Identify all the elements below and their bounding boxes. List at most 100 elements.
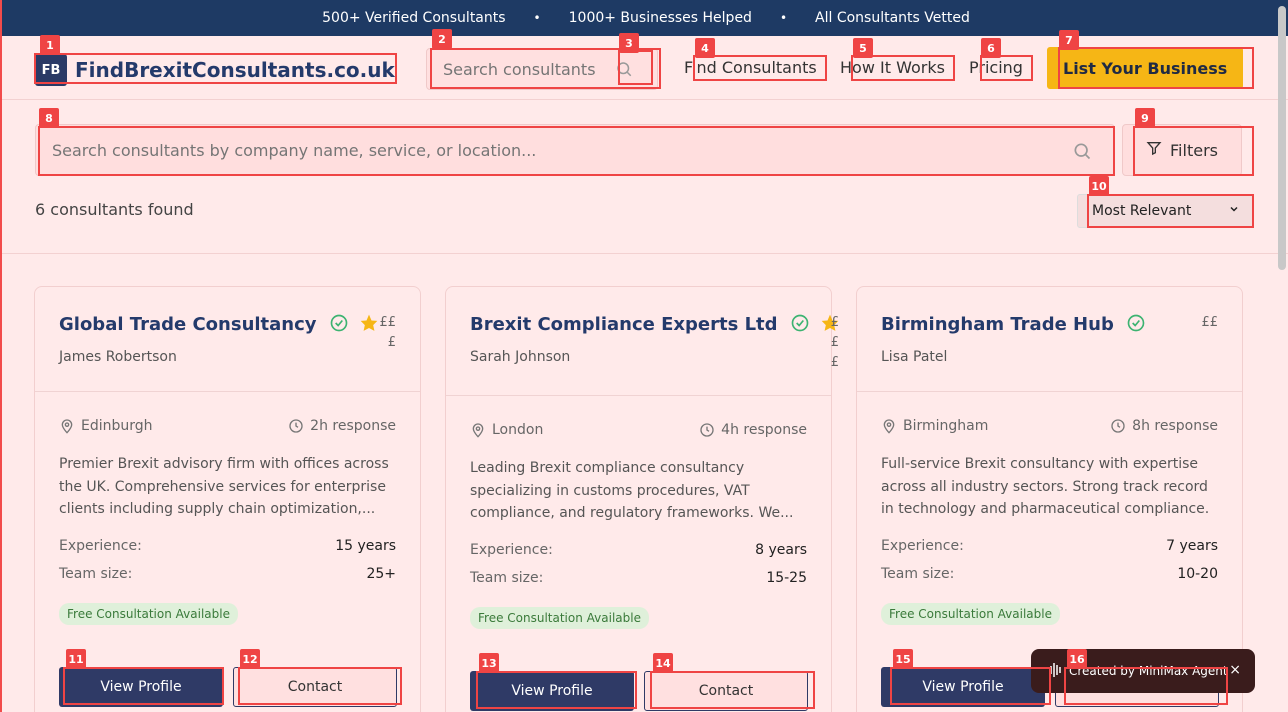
location-pin-icon (472, 423, 484, 438)
consultant-description: Leading Brexit compliance consultancy sp… (470, 460, 794, 521)
team-size-row: Team size: 25+ (59, 566, 396, 582)
experience-row: Experience: 8 years (470, 542, 807, 558)
header-search (426, 48, 658, 90)
waveform-icon (1049, 662, 1063, 681)
logo-text: FindBrexitConsultants.co.uk (75, 58, 395, 82)
location-pin-icon (883, 419, 895, 434)
filter-icon (1146, 140, 1162, 160)
banner-separator: • (533, 11, 541, 25)
experience-value: 8 years (755, 542, 807, 558)
verified-icon (330, 314, 348, 332)
banner-item: 1000+ Businesses Helped (568, 10, 752, 26)
filters-label: Filters (1170, 140, 1218, 160)
clock-icon (289, 419, 303, 433)
annotation-badge: 13 (479, 653, 499, 673)
annotation-badge: 3 (619, 33, 639, 53)
logo-mark: FB (35, 54, 67, 86)
annotation-badge: 8 (39, 108, 59, 128)
experience-value: 7 years (1166, 538, 1218, 554)
verified-icon (791, 314, 809, 332)
consultant-name[interactable]: Birmingham Trade Hub (881, 313, 1146, 335)
contact-button[interactable]: Contact (644, 671, 808, 711)
agent-toast: Created by MiniMax Agent × (1031, 649, 1255, 693)
price-level: £££ (830, 315, 839, 370)
contact-person: Sarah Johnson (470, 349, 571, 365)
team-size-value: 15-25 (766, 570, 807, 586)
site-logo[interactable]: FB FindBrexitConsultants.co.uk (35, 54, 395, 86)
search-icon[interactable] (1072, 141, 1092, 165)
consultant-card: Brexit Compliance Experts Ltd £££ Sarah … (445, 286, 839, 712)
nav-how-it-works[interactable]: How It Works (840, 58, 945, 77)
contact-person: James Robertson (59, 349, 177, 365)
banner-item: 500+ Verified Consultants (322, 10, 506, 26)
top-banner: 500+ Verified Consultants • 1000+ Busine… (2, 0, 1288, 36)
view-profile-button[interactable]: View Profile (470, 671, 634, 711)
consultant-description: Full-service Brexit consultancy with exp… (881, 456, 1210, 517)
team-size-row: Team size: 15-25 (470, 570, 807, 586)
clock-icon (1111, 419, 1125, 433)
annotation-badge: 4 (695, 38, 715, 58)
annotation-badge: 9 (1135, 108, 1155, 128)
response-time: 2h response (288, 418, 396, 434)
location: London (470, 422, 543, 438)
page-scrollbar[interactable] (1278, 6, 1286, 270)
annotation-badge: 10 (1089, 176, 1109, 196)
annotation-badge: 5 (853, 38, 873, 58)
location: Birmingham (881, 418, 988, 434)
annotation-badge: 14 (653, 653, 673, 673)
banner-separator: • (779, 11, 788, 25)
contact-person: Lisa Patel (881, 349, 948, 365)
experience-row: Experience: 15 years (59, 538, 396, 554)
experience-value: 15 years (335, 538, 396, 554)
team-size-value: 25+ (366, 566, 396, 582)
close-icon[interactable]: × (1229, 662, 1241, 678)
consultant-name[interactable]: Brexit Compliance Experts Ltd (470, 313, 840, 335)
filters-button[interactable]: Filters (1122, 124, 1242, 176)
free-consultation-badge: Free Consultation Available (59, 603, 238, 625)
nav-pricing[interactable]: Pricing (969, 58, 1023, 77)
free-consultation-badge: Free Consultation Available (881, 603, 1060, 625)
price-level: ££ (1201, 315, 1218, 330)
header-search-input[interactable] (427, 49, 607, 89)
team-size-row: Team size: 10-20 (881, 566, 1218, 582)
team-size-value: 10-20 (1177, 566, 1218, 582)
sort-select[interactable]: Most Relevant (1077, 194, 1253, 228)
annotation-badge: 12 (240, 649, 260, 669)
response-time: 8h response (1110, 418, 1218, 434)
annotation-badge: 1 (40, 35, 60, 55)
free-consultation-badge: Free Consultation Available (470, 607, 649, 629)
location: Edinburgh (59, 418, 153, 434)
site-header: FB FindBrexitConsultants.co.uk Find Cons… (2, 36, 1288, 100)
consultant-description: Premier Brexit advisory firm with office… (59, 456, 389, 517)
annotation-badge: 16 (1067, 649, 1087, 669)
verified-icon (1127, 314, 1145, 332)
card-divider (446, 395, 831, 396)
clock-icon (700, 423, 714, 437)
location-pin-icon (61, 419, 73, 434)
view-profile-button[interactable]: View Profile (59, 667, 223, 707)
list-your-business-button[interactable]: List Your Business (1047, 47, 1243, 89)
card-divider (35, 391, 420, 392)
price-level: £££ (379, 315, 396, 350)
chevron-down-icon (1228, 203, 1240, 219)
card-divider (857, 391, 1242, 392)
toast-text: Created by MiniMax Agent (1069, 664, 1228, 678)
nav-find-consultants[interactable]: Find Consultants (684, 58, 817, 77)
annotation-badge: 2 (432, 29, 452, 49)
view-profile-button[interactable]: View Profile (881, 667, 1045, 707)
consultant-name[interactable]: Global Trade Consultancy (59, 313, 379, 335)
main-search (35, 124, 1115, 176)
annotation-badge: 11 (66, 649, 86, 669)
search-icon[interactable] (615, 60, 633, 82)
annotation-badge: 15 (893, 649, 913, 669)
results-count: 6 consultants found (35, 200, 194, 219)
contact-button[interactable]: Contact (233, 667, 397, 707)
response-time: 4h response (699, 422, 807, 438)
annotation-badge: 7 (1059, 30, 1079, 50)
annotation-badge: 6 (981, 38, 1001, 58)
sort-value: Most Relevant (1092, 203, 1192, 219)
consultant-card: Global Trade Consultancy £££ James Rober… (34, 286, 421, 712)
banner-item: All Consultants Vetted (815, 10, 970, 26)
experience-row: Experience: 7 years (881, 538, 1218, 554)
main-search-input[interactable] (36, 125, 1036, 175)
